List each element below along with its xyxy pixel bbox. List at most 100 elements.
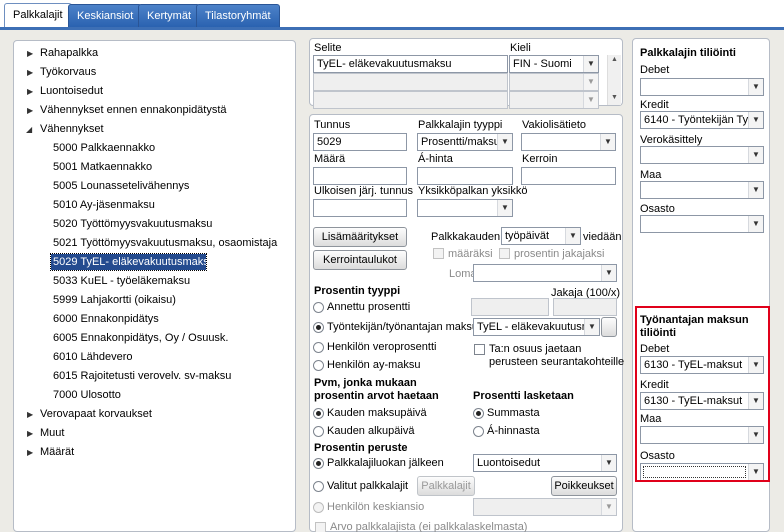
kredit-dropdown[interactable]: 6140 - Työntekijän Ty ▼: [640, 111, 764, 129]
kieli-label: Kieli: [510, 42, 531, 54]
verokasittely-dropdown[interactable]: ▼: [640, 146, 764, 164]
annettu-prosentti-label: Annettu prosentti: [327, 301, 411, 313]
lisamaaritykset-button[interactable]: Lisämääritykset: [313, 227, 407, 247]
tab-kertymat[interactable]: Kertymät: [138, 4, 201, 28]
pvm-heading-1: Pvm, jonka mukaan: [314, 377, 417, 389]
tree-item-luontoisedut[interactable]: Luontoisedut: [40, 84, 103, 98]
tree-item-6015[interactable]: 6015 Rajoitetusti verovelv. sv-maksu: [53, 369, 231, 383]
maa-dropdown[interactable]: ▼: [640, 181, 764, 199]
tree-item-muut[interactable]: Muut: [40, 426, 64, 440]
ahinnasta-label: Á-hinnasta: [487, 425, 540, 437]
selite-label: Selite: [314, 42, 342, 54]
ahinta-input[interactable]: [417, 167, 513, 185]
tab-tilastoryhmat[interactable]: Tilastoryhmät: [196, 4, 280, 28]
osuus-checkbox[interactable]: [474, 344, 485, 355]
osasto-dropdown[interactable]: ▼: [640, 215, 764, 233]
tree-item-5010[interactable]: 5010 Ay-jäsenmaksu: [53, 198, 155, 212]
chevron-down-icon: ▼: [601, 265, 616, 281]
palkkalajiluokan-dropdown[interactable]: Luontoisedut ▼: [473, 454, 617, 472]
scroll-down-icon[interactable]: ▼: [608, 93, 621, 103]
prosentti-input[interactable]: [471, 298, 549, 316]
henkilon-ay-radio[interactable]: [313, 360, 324, 371]
chevron-down-icon: ▼: [497, 200, 512, 216]
annettu-prosentti-radio[interactable]: [313, 302, 324, 313]
ulk-tunnus-input[interactable]: [313, 199, 407, 217]
tyontekijan-maksu-label: Työntekijän/työnantajan maksu: [327, 321, 479, 333]
tree-item-5005[interactable]: 5005 Lounasseteli­vähennys: [53, 179, 189, 193]
selite-input-2[interactable]: [313, 73, 508, 91]
expand-icon[interactable]: ▶: [27, 49, 33, 58]
kieli-dropdown-2[interactable]: ▼: [509, 73, 599, 91]
tyyppi-dropdown[interactable]: Prosentti/maksu ▼: [417, 133, 513, 151]
tab-palkkalajit[interactable]: Palkkalajit: [4, 3, 72, 30]
kieli-dropdown-3[interactable]: ▼: [509, 91, 599, 109]
vakio-dropdown[interactable]: ▼: [521, 133, 616, 151]
expand-icon[interactable]: ▶: [27, 429, 33, 438]
tree-item-5999[interactable]: 5999 Lahjakortti (oikaisu): [53, 293, 176, 307]
tyontekijan-maksu-dropdown[interactable]: TyEL - eläkevakuutusmaks ▼: [473, 318, 600, 336]
tree-item-6010[interactable]: 6010 Lähdevero: [53, 350, 133, 364]
ahinta-label: Á-hinta: [418, 153, 453, 165]
palkkalajiluokan-radio[interactable]: [313, 458, 324, 469]
tree-item-5033[interactable]: 5033 KuEL - työeläkemaksu: [53, 274, 190, 288]
pvm-heading-2: prosentin arvot haetaan: [314, 390, 439, 402]
henkilon-ay-label: Henkilön ay-maksu: [327, 359, 421, 371]
jakaja-input[interactable]: [553, 298, 617, 316]
tree-item-6000[interactable]: 6000 Ennakonpidätys: [53, 312, 159, 326]
kauden-maksupaiva-radio[interactable]: [313, 408, 324, 419]
palkkakauden-dropdown[interactable]: työpäivät ▼: [501, 227, 581, 245]
tree-item-vahennykset-ennen[interactable]: Vähennykset ennen ennakonpidätystä: [40, 103, 227, 117]
palkkalajit-button[interactable]: Palkkalajit: [417, 476, 475, 496]
properties-panel: Tunnus 5029 Palkkalajin tyyppi Prosentti…: [309, 114, 624, 532]
maaraksi-checkbox[interactable]: [433, 248, 444, 259]
tab-keskiansiot[interactable]: Keskiansiot: [68, 4, 143, 28]
expand-icon[interactable]: ▶: [27, 87, 33, 96]
yksikko-dropdown[interactable]: ▼: [417, 199, 513, 217]
expand-icon[interactable]: ▶: [27, 68, 33, 77]
selite-input-3[interactable]: [313, 91, 508, 109]
tree-item-vahennykset[interactable]: Vähennykset: [40, 122, 104, 136]
kerrointaulukot-button[interactable]: Kerrointaulukot: [313, 250, 407, 270]
chevron-down-icon: ▼: [583, 74, 598, 90]
tunnus-input[interactable]: 5029: [313, 133, 407, 151]
collapse-icon[interactable]: ◢: [26, 125, 32, 134]
palkkakauden-label: Palkkakauden: [431, 231, 501, 243]
scroll-up-icon[interactable]: ▲: [608, 55, 621, 65]
jakajaksi-checkbox[interactable]: [499, 248, 510, 259]
kerroin-input[interactable]: [521, 167, 616, 185]
tree-item-tyokorvaus[interactable]: Työkorvaus: [40, 65, 96, 79]
arvo-checkbox[interactable]: [315, 522, 326, 532]
tree-item-rahapalkka[interactable]: Rahapalkka: [40, 46, 98, 60]
tree-item-maarat[interactable]: Määrät: [40, 445, 74, 459]
tab-bar: Palkkalajit Keskiansiot Kertymät Tilasto…: [0, 0, 784, 30]
tree-item-verovapaat[interactable]: Verovapaat korvaukset: [40, 407, 152, 421]
henkilon-keskiansio-dropdown[interactable]: ▼: [473, 498, 617, 516]
kauden-alkupaiva-radio[interactable]: [313, 426, 324, 437]
loma-dropdown[interactable]: ▼: [473, 264, 617, 282]
expand-icon[interactable]: ▶: [27, 448, 33, 457]
expand-icon[interactable]: ▶: [27, 106, 33, 115]
tyontekijan-maksu-radio[interactable]: [313, 322, 324, 333]
summasta-radio[interactable]: [473, 408, 484, 419]
tree-item-5029-selected[interactable]: 5029 TyEL- eläkevakuutusmaksu: [50, 253, 215, 271]
selite-input[interactable]: TyEL- eläkevakuutusmaksu: [313, 55, 508, 73]
valitut-palkkalajit-radio[interactable]: [313, 481, 324, 492]
expand-icon[interactable]: ▶: [27, 410, 33, 419]
kredit-value: 6140 - Työntekijän Ty: [644, 114, 749, 126]
henkilon-keskiansio-radio[interactable]: [313, 502, 324, 513]
description-scrollbar[interactable]: ▲ ▼: [607, 55, 621, 105]
tree-item-5021[interactable]: 5021 Työttömyysvakuutusmaksu, osaomistaj…: [53, 236, 277, 250]
ahinnasta-radio[interactable]: [473, 426, 484, 437]
tree-item-5001[interactable]: 5001 Matkaennakko: [53, 160, 152, 174]
chevron-down-icon: ▼: [601, 499, 616, 515]
tree-item-5000[interactable]: 5000 Palkkaennakko: [53, 141, 155, 155]
debet-dropdown[interactable]: ▼: [640, 78, 764, 96]
tree-item-5020[interactable]: 5020 Työttömyysvakuutusmaksu: [53, 217, 212, 231]
tree-item-6005[interactable]: 6005 Ennakonpidätys, Oy / Osuusk.: [53, 331, 229, 345]
maara-input[interactable]: [313, 167, 407, 185]
henkilon-veroprosentti-radio[interactable]: [313, 342, 324, 353]
tree-item-7000[interactable]: 7000 Ulosotto: [53, 388, 121, 402]
poikkeukset-button[interactable]: Poikkeukset: [551, 476, 617, 496]
ellipsis-button[interactable]: [601, 317, 617, 337]
kieli-dropdown[interactable]: FIN - Suomi ▼: [509, 55, 599, 73]
